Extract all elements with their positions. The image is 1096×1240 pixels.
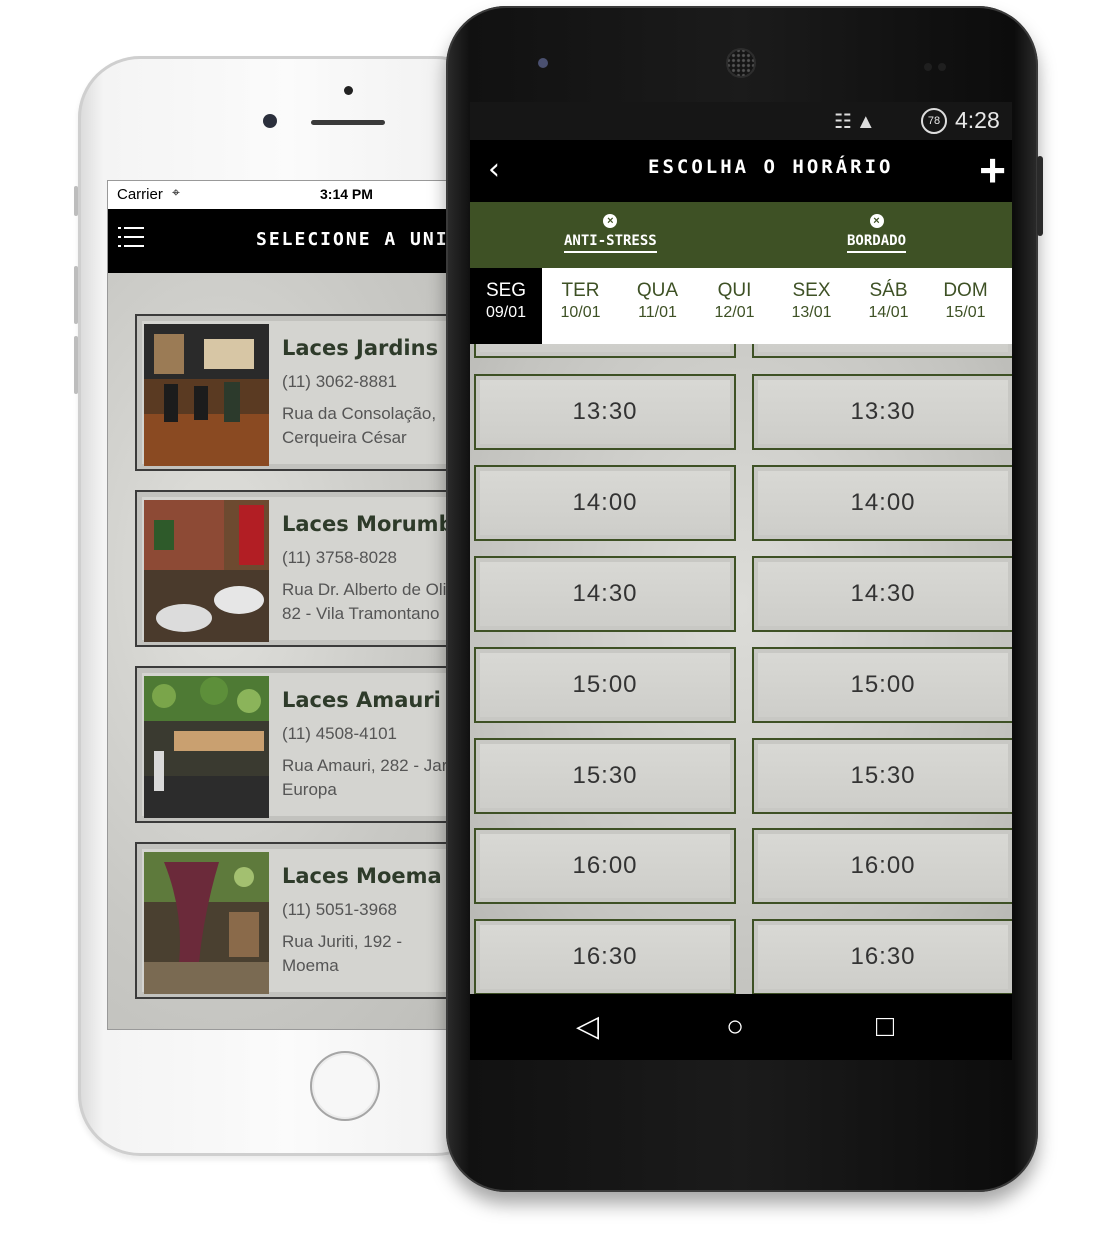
volume-up-button [74, 266, 78, 324]
time-slot[interactable]: 14:00 [752, 465, 1012, 541]
filter-label: ANTI-STRESS [564, 233, 657, 253]
day-name: QUA [636, 280, 679, 301]
page-title: ESCOLHA O HORÁRIO [648, 156, 894, 178]
day-date: 15/01 [945, 304, 986, 321]
filter-bar: × ANTI-STRESS × BORDADO [470, 202, 1012, 268]
day-name: SEX [792, 280, 831, 301]
unit-card-jardins[interactable]: Laces Jardins (11) 3062-8881 Rua da Cons… [135, 314, 480, 471]
close-icon[interactable]: × [869, 214, 884, 228]
android-nav-buttons: ◁ ○ □ [470, 994, 1012, 1060]
unit-list: Laces Jardins (11) 3062-8881 Rua da Cons… [108, 273, 480, 1029]
time-slot[interactable]: 15:30 [752, 738, 1012, 814]
unit-card-amauri[interactable]: Laces Amauri (11) 4508-4101 Rua Amauri, … [135, 666, 480, 823]
iphone-device: Carrier ⌖ 3:14 PM SELECIONE A UNIDADE La… [74, 56, 498, 1156]
filter-chip-bordado[interactable]: × BORDADO [847, 214, 907, 253]
unit-name: Laces Moema [282, 864, 442, 888]
day-selector: SEG 09/01 TER 10/01 QUA 11/01 QUI 12/01 … [470, 268, 1012, 344]
front-camera [538, 58, 548, 68]
time-slot[interactable]: 14:30 [752, 556, 1012, 632]
time-slot-partial[interactable] [752, 344, 1012, 358]
day-date: 14/01 [868, 304, 909, 321]
unit-photo [144, 324, 269, 466]
day-name: TER [561, 280, 600, 301]
close-icon[interactable]: × [603, 214, 618, 228]
day-date: 12/01 [714, 304, 755, 321]
back-icon[interactable]: ◁ [576, 1010, 599, 1044]
earpiece-speaker [726, 48, 756, 78]
unit-name: Laces Amauri [282, 688, 441, 712]
home-button[interactable] [310, 1051, 380, 1121]
filter-label: BORDADO [847, 233, 907, 253]
day-tab-qua[interactable]: QUA 11/01 [619, 268, 696, 344]
proximity-sensor [344, 86, 353, 95]
signal-icons: ☷▲ [834, 111, 880, 133]
android-status-bar: ☷▲ 78 4:28 [470, 102, 1012, 140]
day-date: 09/01 [485, 304, 527, 321]
volume-down-button [74, 336, 78, 394]
battery-icon: 78 [921, 108, 947, 134]
unit-name: Laces Jardins [282, 336, 439, 360]
front-camera [263, 114, 277, 128]
mute-switch [74, 186, 78, 216]
time-slot[interactable]: 15:00 [752, 647, 1012, 723]
sensor-dots [924, 58, 954, 71]
filter-chip-anti-stress[interactable]: × ANTI-STRESS [564, 214, 657, 253]
time-slot[interactable]: 14:30 [474, 556, 736, 632]
time-slot[interactable]: 16:00 [474, 828, 736, 904]
unit-card-moema[interactable]: Laces Moema (11) 5051-3968 Rua Juriti, 1… [135, 842, 480, 999]
day-tab-sab[interactable]: SÁB 14/01 [850, 268, 927, 344]
ios-nav-bar: SELECIONE A UNIDADE [108, 209, 480, 273]
day-name: QUI [717, 280, 752, 301]
day-date: 13/01 [791, 304, 832, 321]
unit-photo [144, 852, 269, 994]
day-tab-ter[interactable]: TER 10/01 [542, 268, 619, 344]
android-screen: ☷▲ 78 4:28 ‹ ESCOLHA O HORÁRIO + × ANTI-… [470, 102, 1012, 1060]
day-tab-dom[interactable]: DOM 15/01 [927, 268, 1004, 344]
time-slot[interactable]: 16:00 [752, 828, 1012, 904]
day-tab-sex[interactable]: SEX 13/01 [773, 268, 850, 344]
time-slot[interactable]: 14:00 [474, 465, 736, 541]
day-name: SÁB [869, 280, 908, 301]
plus-icon[interactable]: + [979, 142, 1006, 198]
unit-phone: (11) 5051-3968 [282, 900, 397, 919]
ios-screen: Carrier ⌖ 3:14 PM SELECIONE A UNIDADE La… [107, 180, 481, 1030]
day-name: SEG [485, 280, 527, 301]
time-slot[interactable]: 13:30 [474, 374, 736, 450]
unit-photo [144, 676, 269, 818]
time-slot[interactable]: 13:30 [752, 374, 1012, 450]
status-time: 3:14 PM [320, 186, 373, 202]
day-date: 10/01 [560, 304, 601, 321]
time-slot[interactable]: 16:30 [474, 919, 736, 994]
unit-phone: (11) 3758-8028 [282, 548, 397, 567]
home-icon[interactable]: ○ [726, 1010, 744, 1044]
chevron-left-icon[interactable]: ‹ [488, 152, 500, 187]
unit-phone: (11) 3062-8881 [282, 372, 397, 391]
unit-name: Laces Morumbi [282, 512, 461, 536]
day-tab-seg[interactable]: SEG 09/01 [470, 268, 542, 344]
time-slot[interactable]: 15:00 [474, 647, 736, 723]
day-tab-qui[interactable]: QUI 12/01 [696, 268, 773, 344]
time-slot-partial[interactable] [474, 344, 736, 358]
time-slot[interactable]: 16:30 [752, 919, 1012, 994]
earpiece-speaker [311, 120, 385, 125]
unit-phone: (11) 4508-4101 [282, 724, 397, 743]
time-slot-grid: 13:30 13:30 14:00 14:00 14:30 14:30 15:0… [470, 344, 1012, 994]
wifi-icon: ⌖ [172, 184, 180, 200]
android-nav-bar: ‹ ESCOLHA O HORÁRIO + [470, 140, 1012, 202]
carrier-label: Carrier [117, 186, 163, 203]
time-slot[interactable]: 15:30 [474, 738, 736, 814]
ios-status-bar: Carrier ⌖ 3:14 PM [108, 181, 480, 209]
power-button [1037, 156, 1043, 236]
status-time: 4:28 [955, 107, 1000, 133]
day-name: DOM [943, 280, 988, 301]
unit-card-morumbi[interactable]: Laces Morumbi (11) 3758-8028 Rua Dr. Alb… [135, 490, 480, 647]
recents-icon[interactable]: □ [876, 1010, 894, 1044]
day-date: 11/01 [638, 304, 677, 321]
android-device: ☷▲ 78 4:28 ‹ ESCOLHA O HORÁRIO + × ANTI-… [446, 6, 1043, 1192]
menu-icon[interactable] [118, 227, 144, 253]
unit-photo [144, 500, 269, 642]
